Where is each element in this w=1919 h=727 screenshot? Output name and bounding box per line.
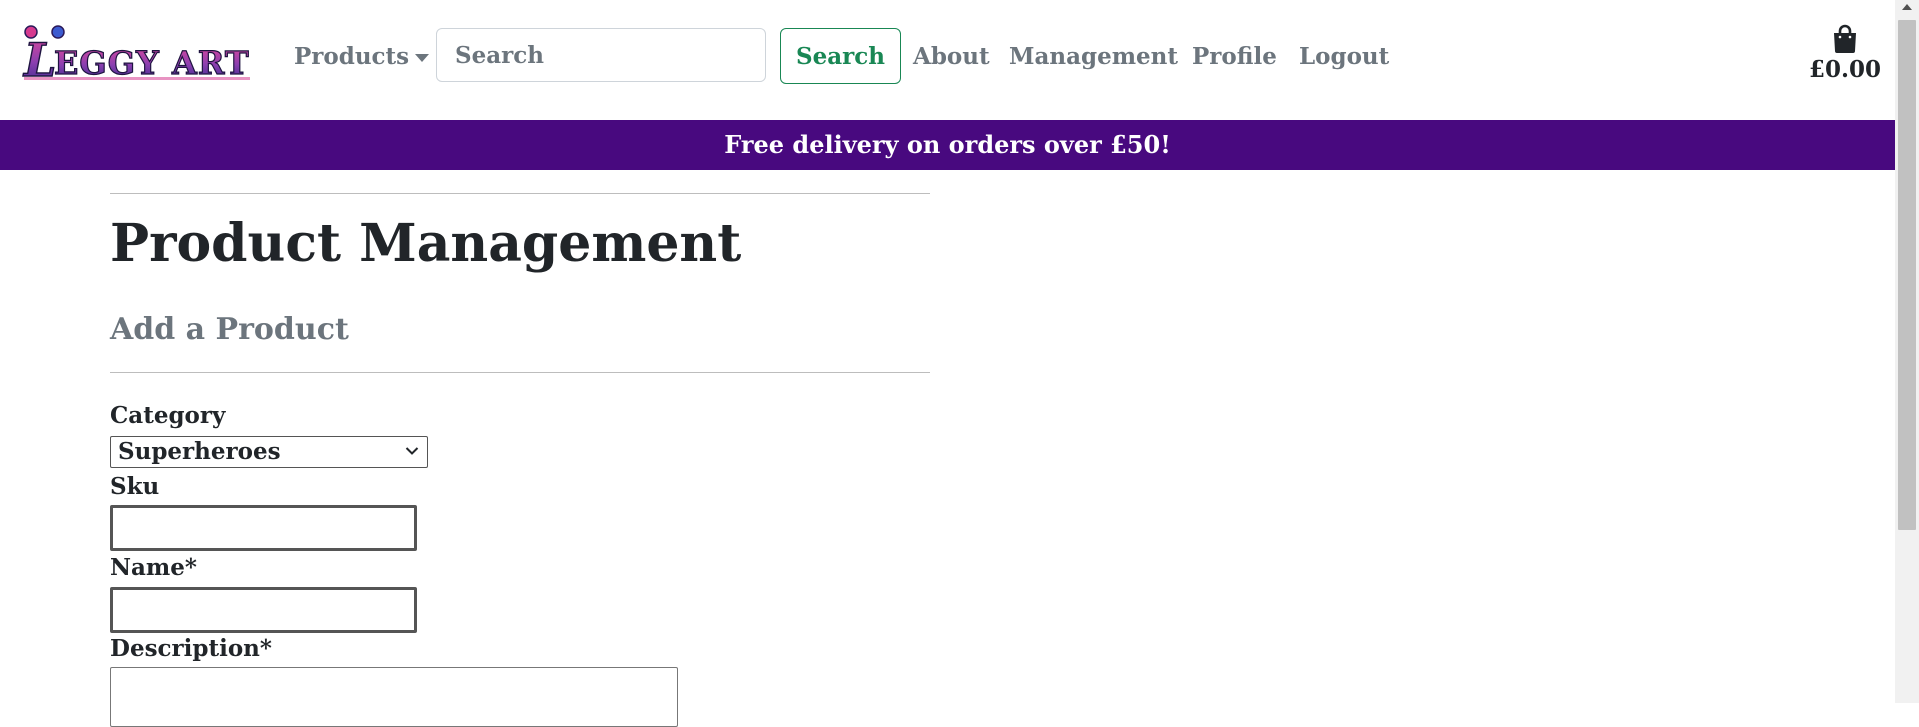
- category-select-value: Superheroes: [118, 438, 281, 465]
- caret-down-icon: [415, 54, 430, 62]
- section-divider: [110, 372, 930, 373]
- nav-management[interactable]: Management: [1009, 42, 1178, 72]
- nav-about[interactable]: About: [913, 42, 990, 72]
- description-field[interactable]: [110, 667, 678, 727]
- top-divider: [110, 193, 930, 194]
- scroll-up-arrow-icon[interactable]: [1902, 4, 1912, 10]
- description-label: Description*: [110, 635, 272, 662]
- sku-label: Sku: [110, 473, 160, 500]
- scrollbar-thumb[interactable]: [1898, 20, 1916, 530]
- cart-link[interactable]: £0.00: [1800, 24, 1890, 94]
- shopping-bag-icon: [1834, 24, 1856, 53]
- nav-profile[interactable]: Profile: [1192, 42, 1277, 72]
- navbar: L EGGY ART Products Search About Managem…: [0, 0, 1895, 120]
- nav-logout[interactable]: Logout: [1299, 42, 1389, 72]
- sku-field[interactable]: [110, 505, 417, 551]
- page-scrollbar[interactable]: [1895, 0, 1919, 703]
- svg-text:EGGY ART: EGGY ART: [54, 44, 250, 82]
- search-button[interactable]: Search: [780, 28, 901, 84]
- nav-products-dropdown[interactable]: Products: [294, 42, 430, 72]
- name-label: Name*: [110, 554, 197, 581]
- search-input[interactable]: [436, 28, 766, 82]
- section-title: Add a Product: [110, 312, 349, 347]
- delivery-banner: Free delivery on orders over £50!: [0, 120, 1895, 170]
- site-logo[interactable]: L EGGY ART: [22, 22, 254, 84]
- chevron-down-icon: [405, 447, 419, 455]
- category-label: Category: [110, 402, 226, 429]
- cart-total: £0.00: [1808, 56, 1882, 83]
- category-select[interactable]: Superheroes: [110, 436, 428, 468]
- page-title: Product Management: [110, 213, 742, 274]
- logo-graphic: L EGGY ART: [22, 25, 250, 84]
- name-field[interactable]: [110, 587, 417, 633]
- delivery-banner-text: Free delivery on orders over £50!: [724, 130, 1171, 159]
- svg-text:L: L: [22, 33, 56, 84]
- nav-products-label: Products: [294, 43, 410, 70]
